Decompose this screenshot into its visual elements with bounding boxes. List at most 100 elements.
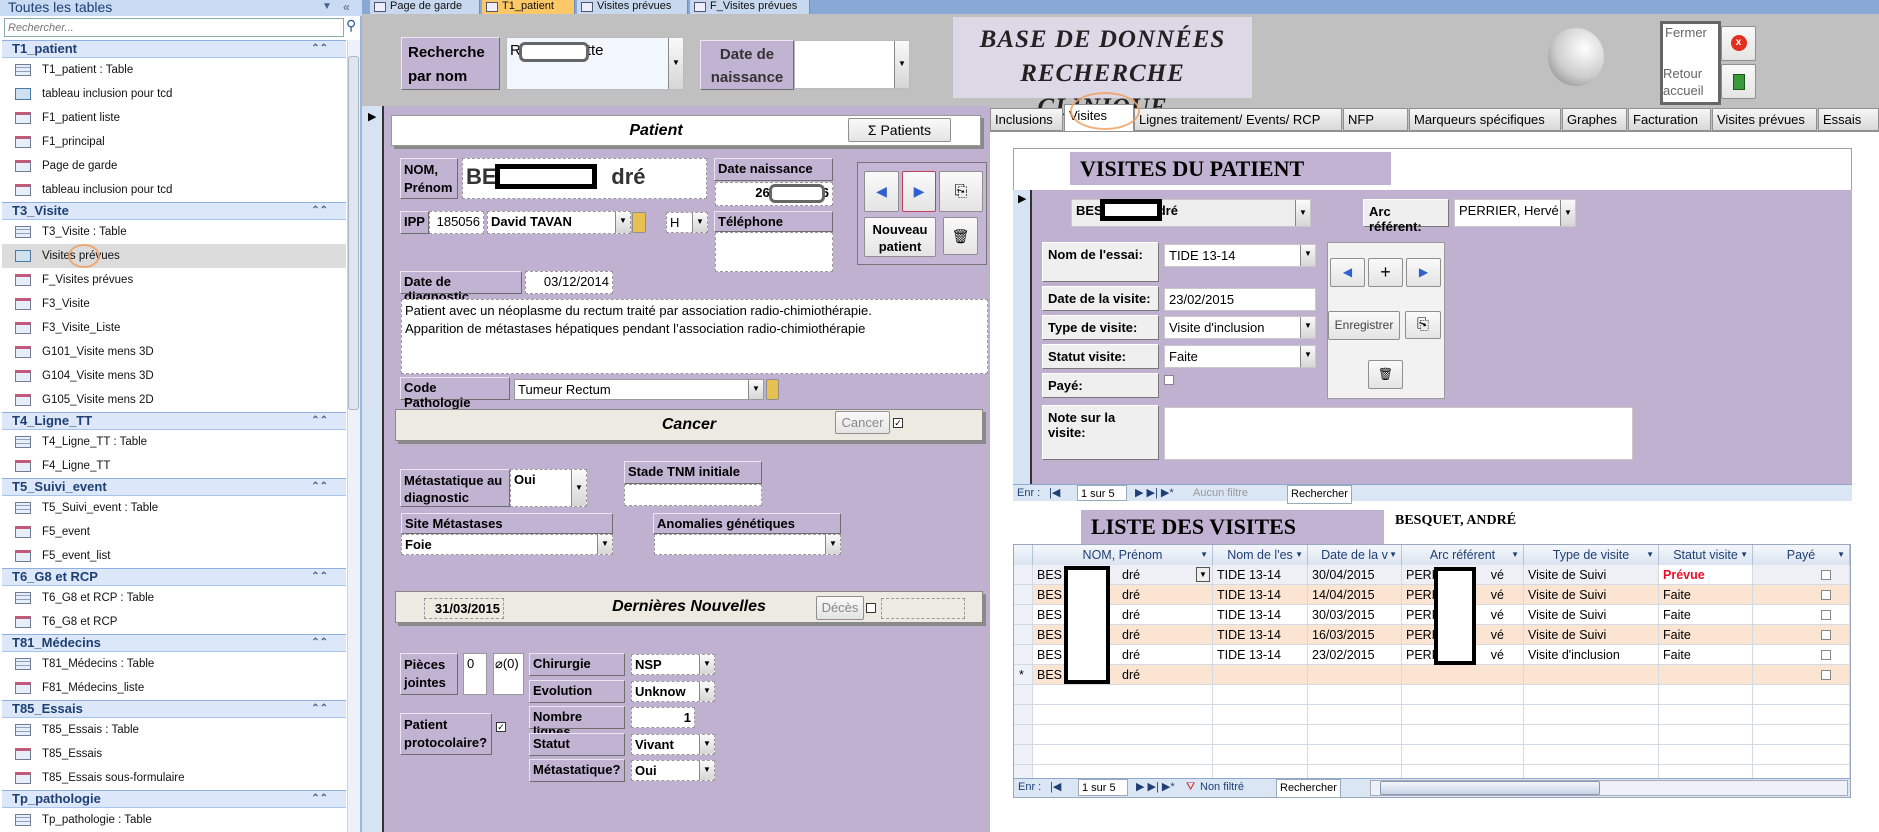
table-cell[interactable]: Faite (1659, 645, 1753, 665)
doc-tab[interactable]: F_Visites prévues (690, 0, 810, 14)
first-record-icon[interactable]: |◀ (1049, 485, 1060, 502)
record-position-field[interactable]: 1 sur 5 (1078, 779, 1128, 796)
sidebar-item[interactable]: G104_Visite mens 3D (2, 364, 346, 388)
dropdown-arrow-icon[interactable]: ▼ (1196, 567, 1210, 582)
chevron-up-icon[interactable]: ⌃⌃ (311, 791, 328, 807)
sidebar-item[interactable]: tableau inclusion pour tcd (2, 178, 346, 202)
paid-checkbox[interactable] (1821, 610, 1831, 620)
dropdown-arrow-icon[interactable]: ▼ (699, 735, 714, 754)
tab-4[interactable]: Marqueurs spécifiques (1409, 108, 1561, 131)
table-cell[interactable] (1524, 665, 1659, 685)
sidebar-item[interactable]: F1_principal (2, 130, 346, 154)
group-header[interactable]: T1_patient ⌃⌃ (2, 40, 346, 58)
group-header[interactable]: Tp_pathologie ⌃⌃ (2, 790, 346, 808)
paid-checkbox[interactable] (1164, 375, 1174, 385)
sidebar-item[interactable]: tableau inclusion pour tcd (2, 82, 346, 106)
dropdown-arrow-icon[interactable]: ▼ (699, 761, 714, 780)
table-cell[interactable] (1753, 585, 1850, 605)
news-field-value[interactable]: Oui ▼ (631, 760, 715, 781)
paid-checkbox[interactable] (1821, 650, 1831, 660)
table-cell[interactable]: 23/02/2015 (1308, 645, 1402, 665)
table-cell[interactable] (1659, 665, 1753, 685)
edit-pathology-icon[interactable] (766, 379, 779, 400)
table-cell[interactable]: TIDE 13-14 (1213, 605, 1308, 625)
tab-2[interactable]: Lignes traitement/ Events/ RCP (1134, 108, 1342, 131)
table-cell[interactable] (1753, 685, 1850, 705)
doctor-combo[interactable]: David TAVAN ▼ (487, 211, 631, 234)
dropdown-arrow-icon[interactable]: ▼ (894, 41, 909, 88)
dropdown-arrow-icon[interactable]: ▼ (1740, 545, 1748, 565)
column-header[interactable]: Payé ▼ (1753, 545, 1850, 565)
group-header[interactable]: T5_Suivi_event ⌃⌃ (2, 478, 346, 496)
row-selector[interactable] (1014, 625, 1033, 645)
sidebar-item[interactable]: T6_G8 et RCP (2, 610, 346, 634)
dropdown-arrow-icon[interactable]: ▼ (692, 213, 707, 232)
sidebar-item[interactable]: T81_Médecins : Table (2, 652, 346, 676)
table-cell[interactable]: Visite de Suivi (1524, 565, 1659, 585)
navigator-search[interactable]: Rechercher (1276, 779, 1341, 798)
chevron-up-icon[interactable]: ⌃⌃ (311, 569, 328, 585)
metastatic-at-diagnosis-combo[interactable]: Oui ▼ (510, 469, 587, 507)
row-selector[interactable] (1014, 605, 1033, 625)
dropdown-arrow-icon[interactable]: ▼ (1511, 545, 1519, 565)
death-button[interactable]: Décès (816, 596, 864, 620)
paid-checkbox[interactable] (1821, 590, 1831, 600)
sidebar-item[interactable]: T4_Ligne_TT : Table (2, 430, 346, 454)
cancer-button[interactable]: Cancer (835, 411, 890, 434)
trial-combo[interactable]: TIDE 13-14 ▼ (1164, 244, 1316, 267)
dropdown-arrow-icon[interactable]: ▼ (597, 535, 612, 554)
row-selector[interactable] (1014, 585, 1033, 605)
dropdown-arrow-icon[interactable]: ▼ (699, 682, 714, 701)
visit-status-combo[interactable]: Faite ▼ (1164, 345, 1316, 368)
chevron-up-icon[interactable]: ⌃⌃ (311, 479, 328, 495)
ipp-field[interactable]: 185056 (429, 211, 484, 234)
table-cell[interactable]: Visite de Suivi (1524, 625, 1659, 645)
dropdown-arrow-icon[interactable]: ▼ (1295, 545, 1303, 565)
dropdown-arrow-icon[interactable]: ▼ (1300, 245, 1315, 266)
group-header[interactable]: T6_G8 et RCP ⌃⌃ (2, 568, 346, 586)
chevron-up-icon[interactable]: ⌃⌃ (311, 701, 328, 717)
scrollbar-thumb[interactable] (348, 56, 359, 410)
navigator-search[interactable]: Rechercher (1287, 485, 1352, 504)
table-cell[interactable]: Visite de Suivi (1524, 585, 1659, 605)
table-cell[interactable]: TIDE 13-14 (1213, 625, 1308, 645)
table-cell[interactable] (1213, 665, 1308, 685)
tab-3[interactable]: NFP (1343, 108, 1408, 131)
dropdown-arrow-icon[interactable]: ▼ (1300, 346, 1315, 367)
search-icon[interactable]: ⚲ (346, 17, 356, 34)
sidebar-item[interactable]: F5_event (2, 520, 346, 544)
phone-field[interactable] (715, 232, 833, 272)
row-selector[interactable] (1014, 645, 1033, 665)
table-cell[interactable]: Faite (1659, 605, 1753, 625)
table-cell[interactable]: TIDE 13-14 (1213, 585, 1308, 605)
next-record-button[interactable]: ▶ (902, 171, 936, 212)
chevron-down-icon[interactable]: ▼ (322, 1, 332, 12)
table-cell[interactable]: 30/03/2015 (1308, 605, 1402, 625)
record-selector[interactable]: ▶ (362, 106, 384, 832)
close-label[interactable]: Fermer (1665, 25, 1707, 40)
sidebar-item[interactable]: F1_patient liste (2, 106, 346, 130)
group-header[interactable]: T85_Essais ⌃⌃ (2, 700, 346, 718)
table-cell[interactable] (1753, 645, 1850, 665)
table-cell[interactable] (1753, 745, 1850, 765)
diagnosis-date-field[interactable]: 03/12/2014 (525, 271, 613, 294)
table-cell[interactable] (1753, 565, 1850, 585)
chevron-up-icon[interactable]: ⌃⌃ (311, 203, 328, 219)
select-all-cell[interactable] (1014, 545, 1033, 565)
paid-checkbox[interactable] (1821, 570, 1831, 580)
protocol-patient-checkbox[interactable]: ✓ (496, 722, 506, 732)
record-selector[interactable]: ▶ (1013, 190, 1032, 484)
sidebar-item[interactable]: T85_Essais : Table (2, 718, 346, 742)
table-cell[interactable]: Prévue (1659, 565, 1753, 585)
chevron-up-icon[interactable]: ⌃⌃ (311, 41, 328, 57)
dropdown-arrow-icon[interactable]: ▼ (748, 380, 763, 399)
table-cell[interactable]: Faite (1659, 585, 1753, 605)
visit-note-textarea[interactable] (1164, 407, 1633, 460)
close-button[interactable]: x (1721, 26, 1756, 61)
group-header[interactable]: T3_Visite ⌃⌃ (2, 202, 346, 220)
filter-icon[interactable]: ⛛ (1186, 779, 1195, 796)
delete-visit-button[interactable]: 🗑 (1368, 360, 1403, 389)
attachments-field[interactable]: ⌀(0) (493, 653, 524, 695)
refresh-visit-button[interactable]: ⎘ (1405, 311, 1441, 339)
row-selector[interactable] (1014, 565, 1033, 585)
